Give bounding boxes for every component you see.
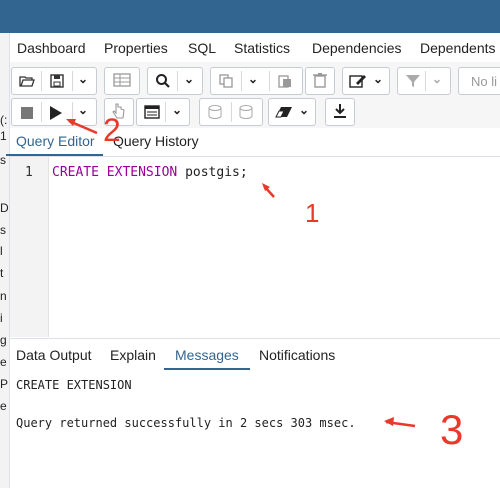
annotation-number-2: 2 (103, 112, 121, 148)
annotation-arrow-3 (384, 417, 416, 428)
annotation-number-3: 3 (440, 406, 463, 453)
annotation-number-1: 1 (305, 198, 319, 228)
annotation-overlay: 2 1 3 (66, 112, 463, 453)
annotation-arrow-1 (262, 183, 275, 198)
annotation-arrow-2 (66, 119, 98, 135)
